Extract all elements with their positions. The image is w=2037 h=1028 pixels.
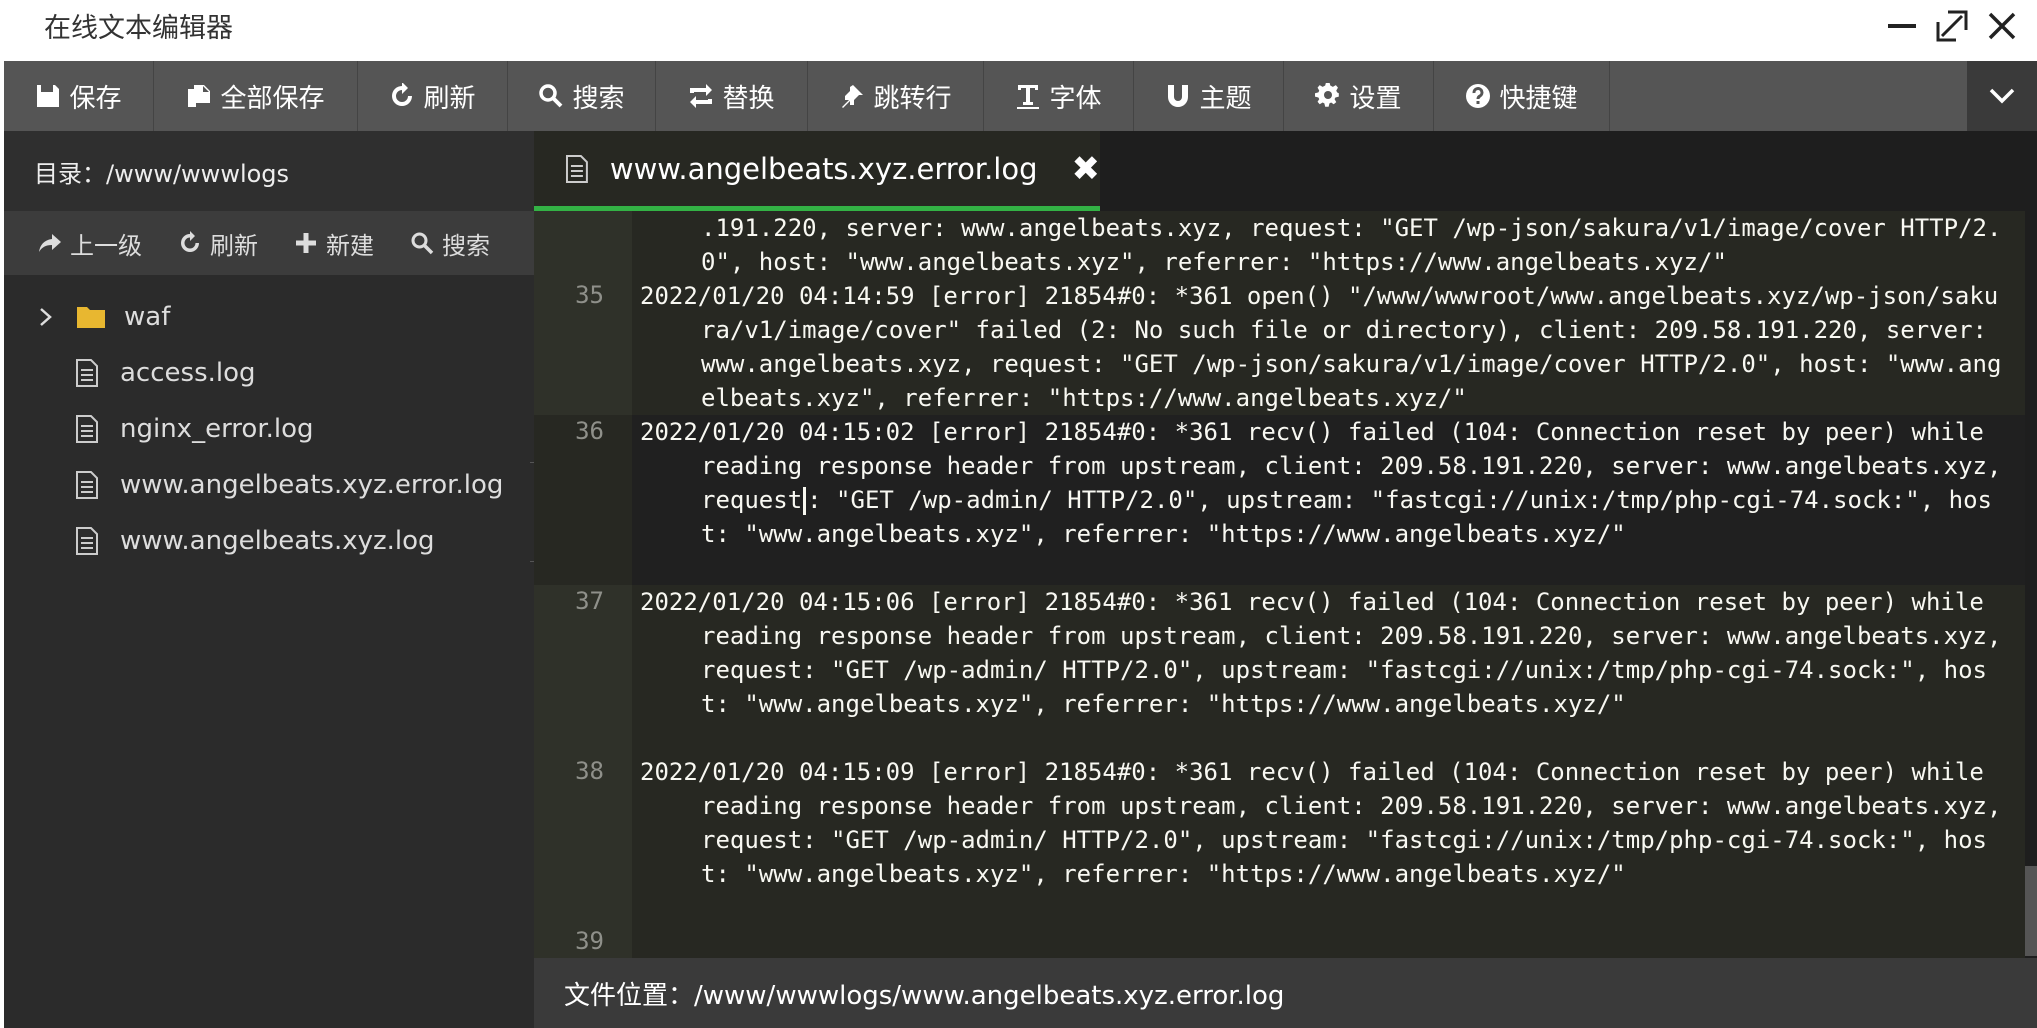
sidebar-actions: 上一级 刷新 新建 搜索 — [4, 211, 534, 275]
save-all-label: 全部保存 — [220, 83, 325, 114]
tree-folder-waf[interactable]: waf — [4, 289, 534, 345]
line-text: 2022/01/20 04:14:59 [error] 21854#0: *36… — [640, 282, 2002, 412]
line-text: 2022/01/20 04:15:06 [error] 21854#0: *36… — [640, 588, 2016, 718]
settings-label: 设置 — [1349, 83, 1402, 114]
save-icon — [37, 85, 60, 107]
shortcuts-label: 快捷键 — [1499, 83, 1578, 114]
tree-item-label: access.log — [120, 358, 256, 388]
save-all-button[interactable]: 全部保存 — [154, 61, 358, 131]
tree-file-access-log[interactable]: access.log — [4, 345, 534, 401]
line-number: 39 — [575, 927, 604, 955]
tab-angelbeats-error-log[interactable]: www.angelbeats.xyz.error.log ✖ — [534, 131, 1100, 211]
tree-item-label: www.angelbeats.xyz.log — [120, 526, 435, 556]
file-icon — [565, 154, 588, 183]
help-icon — [1466, 84, 1491, 108]
line-text: 2022/01/20 04:15:02 [error] 21854#0: *36… — [640, 415, 2010, 551]
tree-file-angelbeats-log[interactable]: www.angelbeats.xyz.log — [4, 513, 534, 569]
theme-button[interactable]: 主题 — [1134, 61, 1284, 131]
sidebar-refresh-button[interactable]: 刷新 — [178, 226, 258, 261]
font-label: 字体 — [1049, 83, 1102, 114]
file-tree: waf access.log nginx_error.log www.angel… — [4, 275, 534, 569]
line-number: 35 — [575, 281, 604, 309]
settings-button[interactable]: 设置 — [1284, 61, 1434, 131]
share-arrow-icon — [39, 234, 61, 252]
file-icon — [76, 359, 98, 387]
line-text: .191.220, server: www.angelbeats.xyz, re… — [701, 214, 2002, 276]
line-text: 2022/01/20 04:15:09 [error] 21854#0: *36… — [640, 758, 2016, 888]
sidebar-search-label: 搜索 — [442, 231, 490, 260]
gear-icon — [1315, 83, 1340, 107]
refresh-icon — [392, 83, 413, 106]
tree-item-label: waf — [124, 302, 171, 332]
line-text-after-cursor: : "GET /wp-admin/ HTTP/2.0", upstream: "… — [701, 486, 1992, 548]
save-button[interactable]: 保存 — [4, 61, 154, 131]
parent-dir-button[interactable]: 上一级 — [38, 226, 142, 261]
toolbar-collapse-button[interactable] — [1967, 61, 2037, 131]
line-number: 36 — [575, 417, 604, 445]
file-icon — [76, 471, 98, 499]
plus-icon — [296, 233, 316, 253]
status-bar: 文件位置：/www/wwwlogs/www.angelbeats.xyz.err… — [534, 958, 2037, 1028]
title-bar: 在线文本编辑器 — [0, 0, 2037, 61]
tree-file-nginx-error-log[interactable]: nginx_error.log — [4, 401, 534, 457]
refresh-icon — [181, 231, 199, 252]
search-icon — [411, 232, 434, 255]
replace-button[interactable]: 替换 — [656, 61, 808, 131]
tree-file-angelbeats-error-log[interactable]: www.angelbeats.xyz.error.log — [4, 457, 534, 513]
sidebar-search-button[interactable]: 搜索 — [410, 226, 490, 261]
file-location: 文件位置：/www/wwwlogs/www.angelbeats.xyz.err… — [564, 980, 1285, 1011]
replace-label: 替换 — [722, 83, 775, 114]
refresh-button[interactable]: 刷新 — [358, 61, 508, 131]
directory-label: 目录：/www/wwwlogs — [4, 131, 534, 211]
chevron-right-icon[interactable] — [36, 307, 66, 327]
tree-item-label: nginx_error.log — [120, 414, 314, 444]
refresh-label: 刷新 — [423, 83, 476, 114]
shortcuts-button[interactable]: 快捷键 — [1434, 61, 1610, 131]
search-button[interactable]: 搜索 — [508, 61, 656, 131]
save-all-icon — [188, 85, 211, 107]
scrollbar-thumb[interactable] — [2025, 866, 2037, 956]
editor-scrollbar[interactable] — [2025, 211, 2037, 958]
file-icon — [76, 415, 98, 443]
chevron-down-icon — [1989, 88, 2015, 104]
new-file-button[interactable]: 新建 — [294, 226, 374, 261]
parent-dir-label: 上一级 — [70, 231, 142, 260]
editor-tab-bar: www.angelbeats.xyz.error.log ✖ — [534, 131, 2037, 211]
new-file-label: 新建 — [326, 231, 374, 260]
search-icon — [539, 84, 563, 108]
sidebar-refresh-label: 刷新 — [210, 231, 258, 260]
font-button[interactable]: 字体 — [984, 61, 1134, 131]
tab-close-icon[interactable]: ✖ — [1072, 149, 1101, 189]
close-icon[interactable] — [1984, 8, 2020, 44]
save-label: 保存 — [69, 83, 122, 114]
code-line-active: 36 2022/01/20 04:15:02 [error] 21854#0: … — [534, 415, 2025, 585]
magnet-icon — [1168, 85, 1189, 107]
minimize-icon[interactable] — [1884, 8, 1920, 44]
goto-line-button[interactable]: 跳转行 — [808, 61, 984, 131]
code-editor[interactable]: .191.220, server: www.angelbeats.xyz, re… — [534, 211, 2025, 958]
tree-item-label: www.angelbeats.xyz.error.log — [120, 470, 504, 500]
theme-label: 主题 — [1199, 83, 1252, 114]
folder-icon — [77, 307, 105, 328]
search-label: 搜索 — [572, 83, 625, 114]
line-number: 37 — [575, 587, 604, 615]
window-title: 在线文本编辑器 — [44, 13, 233, 44]
file-sidebar: 目录：/www/wwwlogs 上一级 刷新 新建 搜索 waf access.… — [4, 131, 534, 1028]
replace-icon — [690, 84, 713, 108]
maximize-icon[interactable] — [1934, 8, 1970, 44]
file-icon — [76, 527, 98, 555]
font-icon — [1017, 85, 1040, 109]
toolbar: 保存 全部保存 刷新 搜索 替换 跳转行 字体 主题 设置 快捷键 — [4, 61, 2037, 131]
text-cursor — [803, 487, 807, 515]
goto-line-label: 跳转行 — [873, 83, 952, 114]
tab-label: www.angelbeats.xyz.error.log — [609, 151, 1038, 186]
pin-icon — [842, 85, 864, 108]
line-number: 38 — [575, 757, 604, 785]
